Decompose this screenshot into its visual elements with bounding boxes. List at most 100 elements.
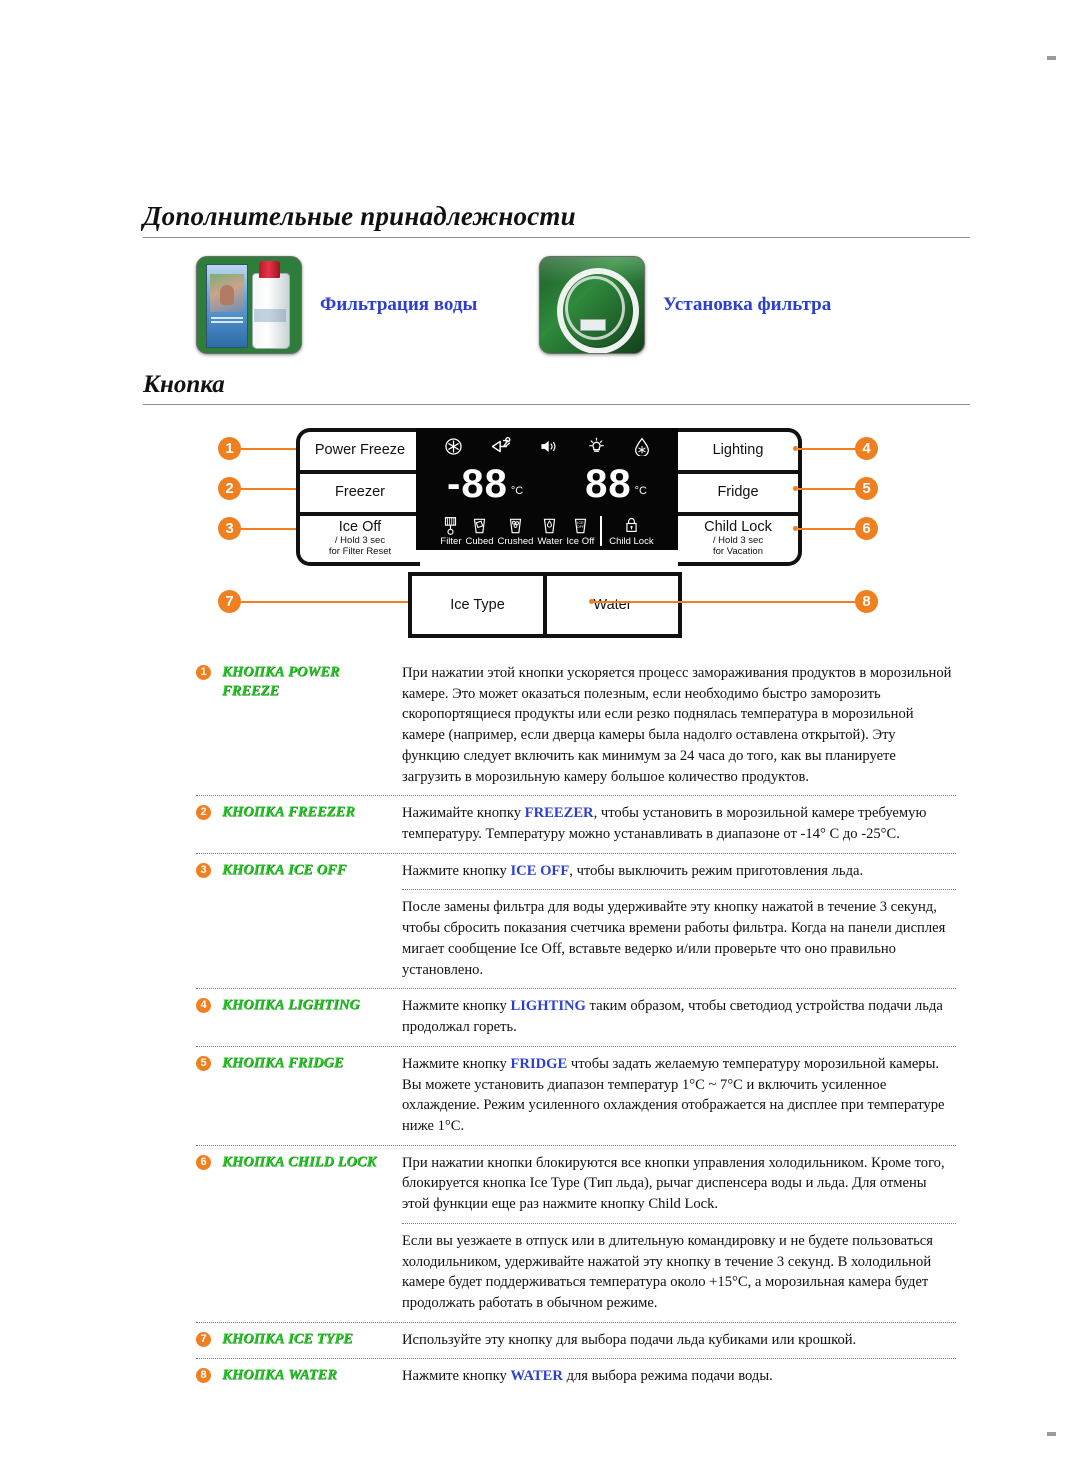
fridge-temperature-unit: °C: [634, 485, 647, 497]
description-badge: 2: [196, 805, 211, 821]
indicator-label: Filter: [440, 535, 462, 547]
cubed-ice-glass-icon: [473, 518, 486, 533]
description-row: 8 КНОПКА WATER Нажмите кнопку WATER для вы…: [196, 1363, 956, 1393]
crushed-ice-glass-icon: [509, 518, 522, 533]
button-freezer[interactable]: Freezer: [300, 474, 420, 516]
button-power-freeze[interactable]: Power Freeze: [300, 432, 420, 474]
button-description-table: 1 КНОПКА POWER FREEZE При нажатии этой кно…: [196, 660, 956, 1393]
description-badge-cell: 5: [196, 1054, 222, 1137]
description-button-name: КНОПКА ICE OFF: [222, 861, 347, 878]
accessory-label: Фильтрация воды: [320, 294, 478, 315]
description-text: Используйте эту кнопку для выбора подачи…: [402, 1331, 857, 1348]
section-heading-rule: [143, 236, 970, 238]
scan-artifact-top: [1047, 56, 1056, 60]
leader-line-8: [594, 601, 856, 603]
water-glass-icon: [544, 518, 556, 533]
filter-icon: [445, 516, 457, 535]
button-lighting[interactable]: Lighting: [678, 432, 798, 474]
svg-text:OFF: OFF: [577, 525, 585, 529]
description-badge-cell: 4: [196, 996, 222, 1037]
row-separator: [196, 1321, 956, 1323]
highlighted-button-name: WATER: [510, 1368, 563, 1385]
row-separator: [196, 795, 956, 797]
lcd-indicator-row: Filter Cubed Crushed Water ICE OFF Ice O…: [416, 508, 678, 546]
fridge-temperature-value: 88: [585, 462, 632, 506]
description-row: 3 КНОПКА ICE OFF Нажмите кнопку ICE OFF, ч…: [196, 858, 956, 888]
leader-line-1: [241, 448, 299, 450]
row-separator: [196, 852, 956, 854]
leader-line-4: [798, 448, 856, 450]
description-text: Нажмите кнопку ICE OFF, чтобы выключить …: [402, 862, 864, 879]
description-row: 5 КНОПКА FRIDGE Нажмите кнопку FRIDGE чтоб…: [196, 1051, 956, 1143]
accessory-label: Установка фильтра: [663, 294, 832, 315]
indicator-crushed: Crushed: [497, 516, 534, 547]
description-badge-cell: 3: [196, 861, 222, 882]
button-sublabel-2: for Filter Reset: [328, 545, 392, 557]
description-row: 7 КНОПКА ICE TYPE Используйте эту кнопку д…: [196, 1327, 956, 1357]
description-text: После замены фильтра для воды удерживайт…: [402, 899, 946, 978]
description-badge-cell: 1: [196, 663, 222, 787]
row-separator: [402, 889, 956, 891]
highlighted-button-name: ICE OFF: [510, 862, 570, 879]
indicator-water: Water: [537, 516, 562, 547]
callout-badge-7: 7: [218, 590, 241, 613]
button-fridge[interactable]: Fridge: [678, 474, 798, 516]
indicator-label: Crushed: [497, 535, 534, 547]
description-text: При нажатии этой кнопки ускоряется проце…: [402, 665, 952, 785]
right-button-column: Lighting Fridge Child Lock / Hold 3 sec …: [678, 428, 802, 566]
description-button-name: КНОПКА WATER: [222, 1367, 337, 1384]
leader-line-5: [798, 488, 856, 490]
button-ice-type[interactable]: Ice Type: [412, 576, 547, 634]
description-row: 6 КНОПКА CHILD LOCK При нажатии кнопки бло…: [196, 1150, 956, 1221]
highlighted-button-name: LIGHTING: [510, 998, 586, 1015]
description-badge-cell: [196, 1231, 222, 1314]
button-ice-off[interactable]: Ice Off / Hold 3 sec for Filter Reset: [300, 516, 420, 562]
callout-badge-6: 6: [855, 517, 878, 540]
freezer-temperature-unit: °C: [510, 485, 524, 497]
callout-badge-1: 1: [218, 437, 241, 460]
description-row: После замены фильтра для воды удерживайт…: [196, 894, 956, 986]
description-badge-cell: [196, 897, 222, 980]
callout-badge-5: 5: [855, 477, 878, 500]
row-separator: [402, 1222, 956, 1224]
description-text: При нажатии кнопки блокируются все кнопк…: [402, 1154, 945, 1213]
button-child-lock[interactable]: Child Lock / Hold 3 sec for Vacation: [678, 516, 798, 562]
indicator-label: Cubed: [465, 535, 494, 547]
lcd-display: -88 °C 88 °C Filter Cubed Crushed Water …: [416, 428, 678, 550]
description-badge: 5: [196, 1055, 211, 1071]
button-sublabel-1: / Hold 3 sec: [334, 534, 386, 546]
leader-line-7: [241, 601, 413, 603]
button-water[interactable]: Water: [547, 576, 678, 634]
description-badge: 6: [196, 1154, 211, 1170]
button-label: Ice Off: [338, 519, 382, 536]
lcd-top-icon-row: [416, 434, 678, 458]
description-button-name: [222, 1231, 402, 1314]
subsection-heading-text: Кнопка: [143, 371, 225, 398]
description-button-name: КНОПКА ICE TYPE: [222, 1330, 353, 1347]
description-row: 2 КНОПКА FREEZER Нажимайте кнопку FREEZER,…: [196, 800, 956, 850]
button-label: Child Lock: [704, 519, 772, 536]
section-heading: Дополнительные принадлежности: [143, 201, 970, 238]
description-text: Нажмите кнопку WATER для выбора режима п…: [402, 1368, 773, 1385]
control-panel-diagram: 1 2 3 Power Freeze Freezer Ice Off / Hol…: [196, 420, 896, 660]
fridge-temperature-display: 88 °C: [585, 462, 647, 506]
leader-line-3: [241, 528, 299, 530]
button-label: Fridge: [717, 484, 759, 501]
indicator-label: Water: [537, 535, 563, 547]
description-text: Нажимайте кнопку FREEZER, чтобы установи…: [402, 805, 927, 843]
description-badge-cell: 7: [196, 1330, 222, 1351]
indicator-child-lock: Child Lock: [609, 516, 654, 547]
callout-badge-4: 4: [855, 437, 878, 460]
speaker-icon: [540, 440, 556, 452]
callout-badge-2: 2: [218, 477, 241, 500]
indicator-filter: Filter: [440, 516, 462, 547]
snowflake-icon: [444, 437, 462, 455]
description-button-name: [222, 897, 402, 980]
button-sublabel-1: / Hold 3 sec: [712, 534, 764, 546]
scan-artifact-bottom: [1047, 1432, 1056, 1436]
description-row: 1 КНОПКА POWER FREEZE При нажатии этой кно…: [196, 660, 956, 793]
bottom-button-row: Ice Type Water: [408, 572, 682, 638]
lcd-divider: [600, 516, 603, 546]
freezer-temperature-display: -88 °C: [447, 464, 524, 504]
row-separator: [196, 1358, 956, 1360]
